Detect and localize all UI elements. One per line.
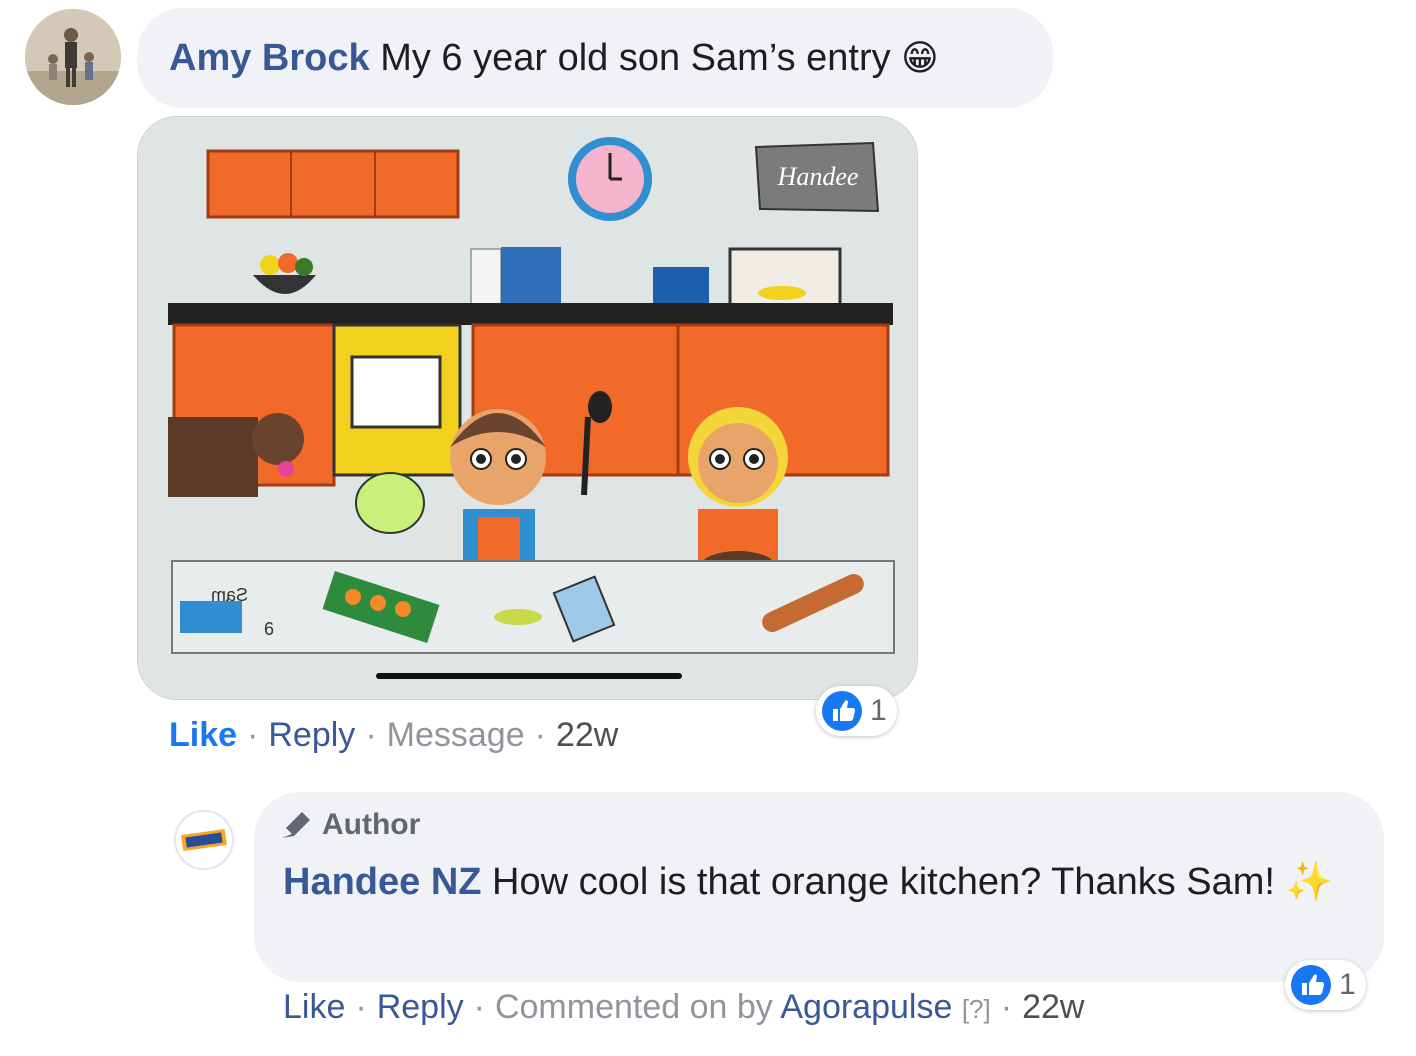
reply-timestamp[interactable]: 22w: [1022, 988, 1084, 1026]
drawing-age-text: 6: [264, 619, 274, 639]
comment-reaction-count: 1: [870, 694, 887, 727]
thumbs-up-icon: [1291, 965, 1331, 1005]
author-badge-label: Author: [322, 808, 421, 841]
reply-reaction-badge[interactable]: 1: [1285, 960, 1366, 1010]
comment-author-name[interactable]: Amy Brock: [169, 37, 370, 79]
comment-reply-link[interactable]: Reply: [268, 716, 355, 754]
thumbs-up-icon: [822, 691, 862, 731]
reply-bubble: Author Handee NZ How cool is that orange…: [254, 792, 1384, 982]
commented-on-by-label: Commented on by: [494, 988, 773, 1026]
drawing-brand-text: Handee: [777, 162, 859, 191]
sparkles-emoji-icon: ✨: [1285, 861, 1333, 903]
reply-reaction-count: 1: [1339, 968, 1356, 1001]
help-link[interactable]: [?]: [962, 994, 991, 1024]
reply-reply-link[interactable]: Reply: [377, 988, 464, 1026]
grinning-emoji-icon: 😁: [901, 37, 939, 78]
reply-text: How cool is that orange kitchen? Thanks …: [492, 861, 1275, 903]
author-badge: Author: [278, 808, 420, 842]
kitchen-drawing-image: Handee Sam 6: [138, 117, 917, 699]
amy-brock-avatar[interactable]: [25, 9, 121, 105]
handee-nz-avatar[interactable]: [174, 810, 234, 870]
brand-logo-icon: [181, 829, 227, 851]
comment-message-link[interactable]: Message: [387, 716, 525, 754]
comment-text: My 6 year old son Sam’s entry: [380, 37, 891, 79]
reply-like-link[interactable]: Like: [283, 988, 345, 1026]
reply-actions: Like · Reply · Commented on by Agorapulse [?…: [283, 988, 1085, 1026]
drawing-name-text: Sam: [211, 585, 248, 605]
person-avatar-icon: [25, 9, 121, 105]
agorapulse-link[interactable]: Agorapulse: [780, 988, 952, 1026]
comment-photo[interactable]: Handee Sam 6: [137, 116, 918, 700]
comment-actions: Like · Reply · Message · 22w: [169, 716, 619, 754]
comment-reaction-badge[interactable]: 1: [816, 686, 897, 736]
comment-like-link[interactable]: Like: [169, 716, 237, 754]
pencil-icon: [282, 812, 310, 838]
comment-bubble: Amy Brock My 6 year old son Sam’s entry …: [137, 8, 1053, 108]
reply-author-name[interactable]: Handee NZ: [283, 861, 481, 903]
comment-timestamp[interactable]: 22w: [556, 716, 618, 754]
